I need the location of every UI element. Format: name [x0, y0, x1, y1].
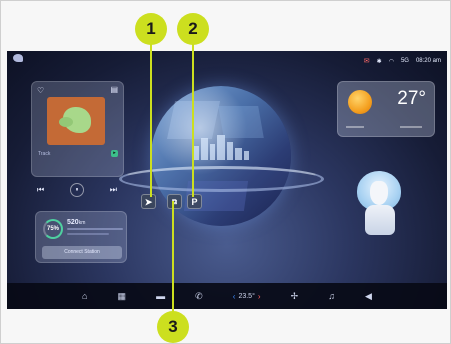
callout-3: 3	[157, 311, 189, 343]
navigation-icon[interactable]: ➤	[141, 194, 156, 209]
range-number: 520	[67, 219, 79, 226]
media-card[interactable]: ♡ ▤ Track ▸	[31, 81, 124, 177]
parking-icon[interactable]: P	[187, 194, 202, 209]
lion-mascot	[357, 171, 401, 237]
home-icon[interactable]: ⌂	[82, 291, 87, 301]
battery-level-ring: 75%	[43, 219, 63, 239]
brand-logo-icon	[13, 54, 23, 62]
album-art-shape-small	[59, 117, 73, 127]
callout-leader-3	[172, 201, 174, 319]
phone-icon[interactable]: ✆	[195, 291, 203, 302]
track-title: Track	[38, 151, 51, 157]
range-value: 520km	[67, 219, 85, 226]
lion-face	[370, 181, 388, 205]
queue-icon[interactable]: ▤	[110, 85, 118, 94]
taskbar: ⌂ ▦ ▬ ✆ ‹ 23.5° › ✢ ♫ ◀	[7, 283, 447, 309]
charge-info-line	[67, 228, 123, 230]
music-icon[interactable]: ♫	[328, 291, 335, 301]
temp-up-icon[interactable]: ›	[258, 292, 261, 301]
range-unit: km	[78, 220, 86, 226]
sun-icon	[348, 90, 372, 114]
weather-detail-right	[400, 126, 422, 128]
infotainment-screen: ✉ ✱ ◠ 5G 08:20 am ♡ ▤ Track ▸ ⏮ ⏸ ⏭ 75%	[7, 51, 447, 309]
media-controls: ⏮ ⏸ ⏭	[37, 183, 117, 197]
message-icon[interactable]: ✉	[364, 57, 370, 65]
previous-track-icon[interactable]: ⏮	[37, 185, 44, 195]
fan-icon[interactable]: ✢	[291, 291, 299, 302]
signal-icon: 5G	[400, 58, 409, 64]
city-skyline	[189, 134, 253, 160]
car-icon[interactable]: ▬	[156, 291, 165, 301]
heart-icon[interactable]: ♡	[37, 86, 44, 95]
source-icon[interactable]: ▸	[111, 150, 118, 157]
figure-frame: ✉ ✱ ◠ 5G 08:20 am ♡ ▤ Track ▸ ⏮ ⏸ ⏭ 75%	[0, 0, 451, 344]
callout-leader-1	[150, 37, 152, 197]
album-art[interactable]	[47, 97, 105, 145]
weather-card[interactable]: 27°	[337, 81, 435, 137]
climate-temperature: 23.5°	[238, 292, 255, 300]
callout-leader-2	[192, 37, 194, 197]
weather-detail-left	[346, 126, 364, 128]
charging-card[interactable]: 75% 520km Connect Station	[35, 211, 127, 263]
callout-1: 1	[135, 13, 167, 45]
clock-time: 08:20 am	[415, 58, 441, 64]
battery-percent: 75	[46, 226, 54, 232]
lion-body	[365, 205, 395, 235]
connect-station-button[interactable]: Connect Station	[42, 246, 122, 259]
outside-temperature: 27°	[397, 88, 426, 109]
wifi-icon: ◠	[388, 58, 394, 65]
charge-info-line-secondary	[67, 233, 109, 235]
status-bar: ✉ ✱ ◠ 5G 08:20 am	[364, 55, 441, 67]
play-pause-button[interactable]: ⏸	[70, 183, 84, 197]
apps-icon[interactable]: ▦	[118, 291, 127, 302]
battery-percent-suffix: %	[53, 226, 60, 232]
volume-icon[interactable]: ◀	[365, 291, 372, 302]
climate-control[interactable]: ‹ 23.5° ›	[233, 292, 261, 301]
bluetooth-icon: ✱	[376, 58, 382, 65]
next-track-icon[interactable]: ⏭	[110, 185, 117, 195]
camera-icon[interactable]: ⧉	[167, 194, 182, 209]
temp-down-icon[interactable]: ‹	[233, 292, 236, 301]
callout-2: 2	[177, 13, 209, 45]
